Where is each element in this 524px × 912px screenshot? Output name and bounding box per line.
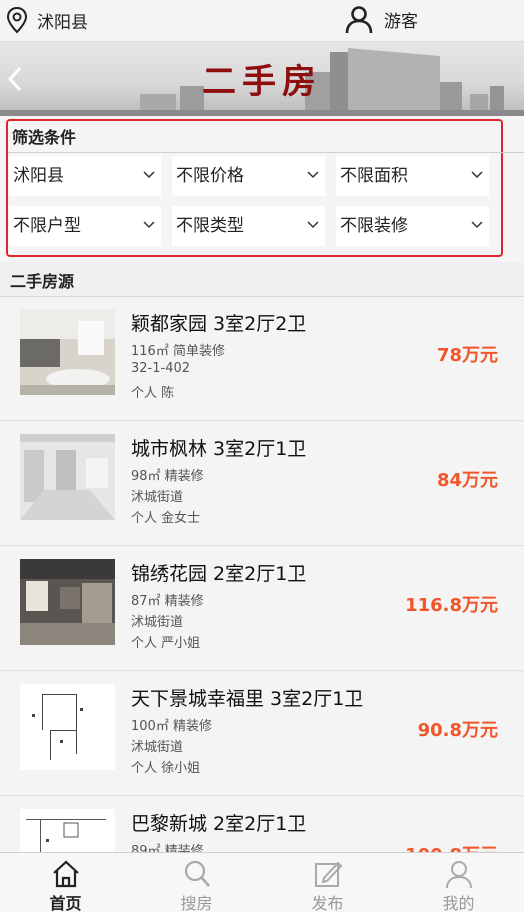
home-icon — [52, 860, 79, 888]
filter-area-select[interactable]: 沭阳县 — [9, 156, 161, 196]
list-item[interactable]: 颖都家园 3室2厅2卫 116㎡ 简单装修 32-1-402 个人 陈 78万元 — [0, 297, 524, 421]
listing-size: 116㎡ 简单装修 — [131, 344, 225, 359]
tab-home[interactable]: 首页 — [0, 853, 131, 912]
tab-publish-label: 发布 — [311, 894, 344, 912]
filter-decoration-select[interactable]: 不限装修 — [336, 206, 489, 246]
chevron-down-icon — [471, 171, 483, 179]
chevron-down-icon — [143, 171, 155, 179]
edit-icon — [314, 861, 342, 887]
listing-price: 116.8万元 — [405, 595, 498, 616]
filter-type-select[interactable]: 不限类型 — [172, 206, 325, 246]
listing-price: 90.8万元 — [417, 720, 498, 741]
listing-price: 84万元 — [436, 470, 498, 491]
user-label: 游客 — [384, 11, 418, 32]
list-item[interactable]: 城市枫林 3室2厅1卫 98㎡ 精装修 沭城街道 个人 金女士 84万元 — [0, 422, 524, 546]
filter-size-value: 不限面积 — [340, 166, 408, 186]
user-icon — [345, 6, 373, 34]
filter-area-value: 沭阳县 — [13, 166, 64, 186]
listing-photo — [20, 434, 115, 520]
listing-size: 100㎡ 精装修 — [131, 719, 212, 734]
listing-size: 87㎡ 精装修 — [131, 594, 204, 609]
search-icon — [184, 860, 210, 887]
filter-layout-value: 不限户型 — [13, 216, 81, 236]
listing-contact: 个人 陈 — [131, 386, 175, 401]
tab-publish[interactable]: 发布 — [262, 853, 393, 912]
listing-name: 天下景城幸福里 3室2厅1卫 — [131, 688, 364, 710]
listing-contact: 个人 徐小姐 — [131, 761, 201, 776]
listing-photo — [20, 559, 115, 645]
listing-size: 98㎡ 精装修 — [131, 469, 204, 484]
list-item[interactable]: 天下景城幸福里 3室2厅1卫 100㎡ 精装修 沭城街道 个人 徐小姐 90.8… — [0, 672, 524, 796]
listing-address: 32-1-402 — [131, 361, 191, 376]
listing-name: 城市枫林 3室2厅1卫 — [131, 438, 307, 460]
location-pin-icon — [6, 6, 28, 34]
user-icon — [445, 861, 472, 889]
top-bar: 沭阳县 游客 — [0, 0, 524, 42]
chevron-down-icon — [471, 221, 483, 229]
listing-address: 沭城街道 — [131, 615, 184, 630]
user-account[interactable]: 游客 — [344, 4, 418, 34]
page-title: 二手房 — [202, 62, 322, 102]
tab-search[interactable]: 搜房 — [131, 853, 262, 912]
filter-size-select[interactable]: 不限面积 — [336, 156, 489, 196]
listing-name: 锦绣花园 2室2厅1卫 — [131, 563, 307, 585]
location-label: 沭阳县 — [37, 12, 88, 33]
tab-mine[interactable]: 我的 — [393, 853, 524, 912]
listing-name: 颖都家园 3室2厅2卫 — [131, 313, 307, 335]
listing-name: 巴黎新城 2室2厅1卫 — [131, 813, 307, 835]
filter-decoration-value: 不限装修 — [340, 216, 408, 236]
filter-type-value: 不限类型 — [176, 216, 244, 236]
tab-home-label: 首页 — [49, 894, 82, 912]
listing-photo — [20, 309, 115, 395]
location-selector[interactable]: 沭阳县 — [4, 6, 88, 34]
filter-price-select[interactable]: 不限价格 — [172, 156, 325, 196]
divider — [8, 152, 524, 153]
chevron-down-icon — [143, 221, 155, 229]
chevron-down-icon — [307, 171, 319, 179]
page: 沭阳县 游客 二手房 筛选条件 沭阳县 不限价格 不限面积 不限户型 不限类型 … — [0, 0, 524, 912]
tab-search-label: 搜房 — [180, 894, 213, 912]
chevron-down-icon — [307, 221, 319, 229]
section-title: 二手房源 — [10, 272, 75, 291]
listing-contact: 个人 严小姐 — [131, 636, 201, 651]
listing-contact: 个人 金女士 — [131, 511, 201, 526]
bottom-tab-bar: 首页 搜房 发布 我的 — [0, 852, 524, 912]
filter-price-value: 不限价格 — [176, 166, 244, 186]
listing-price: 78万元 — [436, 345, 498, 366]
filter-panel: 筛选条件 沭阳县 不限价格 不限面积 不限户型 不限类型 不限装修 — [0, 116, 524, 262]
tab-mine-label: 我的 — [442, 894, 475, 912]
listing-photo — [20, 684, 115, 770]
filter-title: 筛选条件 — [12, 128, 77, 147]
listing-address: 沭城街道 — [131, 490, 184, 505]
list-item[interactable]: 锦绣花园 2室2厅1卫 87㎡ 精装修 沭城街道 个人 严小姐 116.8万元 — [0, 547, 524, 671]
listing-address: 沭城街道 — [131, 740, 184, 755]
filter-layout-select[interactable]: 不限户型 — [9, 206, 161, 246]
banner: 二手房 — [0, 42, 524, 116]
